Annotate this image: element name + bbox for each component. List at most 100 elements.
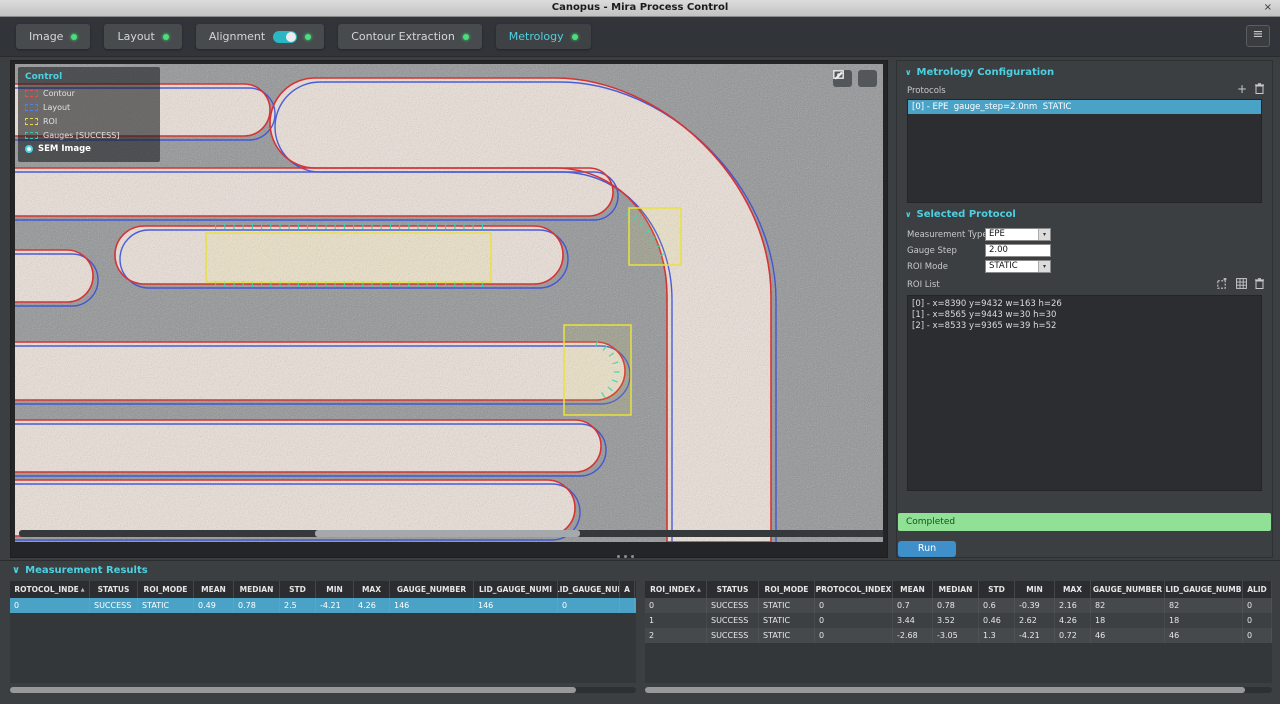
table-row[interactable]: 2SUCCESSSTATIC0-2.68-3.051.3-4.210.72464… — [645, 628, 1272, 643]
metrology-config-panel: ∨ Metrology Configuration Protocols + [0… — [896, 60, 1273, 558]
grid-select-icon[interactable] — [1236, 278, 1247, 289]
table-cell: 1 — [645, 613, 707, 628]
column-header[interactable]: A — [620, 581, 635, 598]
column-header[interactable]: MEDIAN — [234, 581, 280, 598]
protocol-list: [0] - EPE gauge_step=2.0nm STATIC — [907, 99, 1262, 203]
table-row[interactable]: 0SUCCESSSTATIC0.490.782.5-4.214.26146146… — [10, 598, 636, 613]
section-measurement-results[interactable]: ∨ Measurement Results — [12, 565, 148, 576]
column-header[interactable]: ALID — [1243, 581, 1272, 598]
gauge-step-input[interactable]: 2.00 — [985, 244, 1051, 257]
status-dot-green-icon — [163, 34, 169, 40]
sem-stage[interactable]: Control Contour Layout ROI Gauges [SUCCE… — [15, 64, 883, 542]
table-cell: 146 — [390, 598, 474, 613]
measurement-type-select[interactable]: EPE ▾ — [985, 228, 1051, 241]
add-protocol-icon[interactable]: + — [1237, 84, 1247, 94]
table-cell: 0.7 — [893, 598, 933, 613]
scrollbar-thumb[interactable] — [10, 687, 576, 693]
viewer-hscrollbar-thumb[interactable] — [315, 530, 580, 537]
table-cell: 3.52 — [933, 613, 979, 628]
column-header[interactable]: MIN — [1015, 581, 1055, 598]
column-header[interactable]: LID_GAUGE_NUMI — [474, 581, 558, 598]
column-header[interactable]: MEAN — [194, 581, 234, 598]
status-bar: Completed — [898, 513, 1271, 531]
table-cell: SUCCESS — [90, 598, 138, 613]
tab-contour-extraction[interactable]: Contour Extraction — [338, 24, 482, 49]
chevron-down-icon[interactable]: ▾ — [1038, 261, 1050, 272]
tab-label: Contour Extraction — [351, 30, 455, 43]
legend-label: Gauges [SUCCESS] — [43, 131, 119, 140]
roi-rect-1[interactable] — [629, 208, 681, 265]
hamburger-menu-icon[interactable]: ≡ — [1246, 25, 1270, 47]
table-cell: SUCCESS — [707, 628, 759, 643]
tab-image[interactable]: Image — [16, 24, 90, 49]
left-table-hscrollbar[interactable] — [10, 687, 636, 693]
table-cell: 82 — [1165, 598, 1243, 613]
table-cell: 0 — [1243, 628, 1272, 643]
protocol-list-item[interactable]: [0] - EPE gauge_step=2.0nm STATIC — [908, 100, 1261, 114]
column-header[interactable]: LID_GAUGE_NUMB — [1165, 581, 1243, 598]
table-header-row: ROI_INDEX▲STATUSROI_MODEPROTOCOL_INDEXME… — [645, 581, 1272, 598]
status-text: Completed — [906, 517, 955, 527]
right-table-hscrollbar[interactable] — [645, 687, 1272, 693]
column-header[interactable]: MEAN — [893, 581, 933, 598]
contour-swatch-icon — [25, 90, 38, 97]
section-selected-protocol[interactable]: ∨ Selected Protocol — [905, 209, 1016, 220]
measurement-type-label: Measurement Type — [907, 230, 988, 240]
run-button[interactable]: Run — [898, 541, 956, 557]
image-viewer-panel: Control Contour Layout ROI Gauges [SUCCE… — [10, 60, 888, 558]
table-cell: 18 — [1091, 613, 1165, 628]
chevron-down-icon[interactable]: ▾ — [1038, 229, 1050, 240]
alignment-toggle[interactable] — [273, 31, 297, 43]
tab-layout[interactable]: Layout — [104, 24, 181, 49]
column-header[interactable]: ILID_GAUGE_NUM — [558, 581, 620, 598]
roi-list-label: ROI List — [907, 280, 940, 290]
column-header[interactable]: ROI_MODE — [138, 581, 194, 598]
table-row[interactable]: 0SUCCESSSTATIC00.70.780.6-0.392.1682820 — [645, 598, 1272, 613]
column-header[interactable]: GAUGE_NUMBER — [1091, 581, 1165, 598]
delete-protocol-icon[interactable] — [1255, 83, 1264, 94]
roi-rect-0[interactable] — [206, 233, 491, 282]
column-header[interactable]: ROTOCOL_INDE▲ — [10, 581, 90, 598]
status-dot-green-icon — [572, 34, 578, 40]
roi-rect-2[interactable] — [564, 325, 631, 415]
roi-list-item[interactable]: [2] - x=8533 y=9365 w=39 h=52 — [912, 321, 1257, 332]
column-header[interactable]: MEDIAN — [933, 581, 979, 598]
tab-metrology[interactable]: Metrology — [496, 24, 591, 49]
collapse-caret-icon: ∨ — [905, 210, 912, 219]
roi-mode-select[interactable]: STATIC ▾ — [985, 260, 1051, 273]
viewer-hscrollbar[interactable] — [19, 530, 883, 537]
column-header[interactable]: STATUS — [90, 581, 138, 598]
column-header[interactable]: MIN — [316, 581, 354, 598]
roi-results-table: ROI_INDEX▲STATUSROI_MODEPROTOCOL_INDEXME… — [645, 581, 1272, 683]
pencil-icon[interactable] — [858, 70, 877, 87]
legend-item-sem-image[interactable]: SEM Image — [25, 142, 153, 156]
column-header[interactable]: ROI_INDEX▲ — [645, 581, 707, 598]
legend-item-roi[interactable]: ROI — [25, 114, 153, 128]
column-header[interactable]: GAUGE_NUMBER — [390, 581, 474, 598]
legend-item-layout[interactable]: Layout — [25, 100, 153, 114]
column-header[interactable]: STD — [979, 581, 1015, 598]
roi-list-item[interactable]: [0] - x=8390 y=9432 w=163 h=26 — [912, 299, 1257, 310]
tab-alignment[interactable]: Alignment — [196, 24, 324, 49]
splitter-handle[interactable] — [610, 555, 640, 559]
legend-label: Contour — [43, 89, 75, 98]
roi-list-item[interactable]: [1] - x=8565 y=9443 w=30 h=30 — [912, 310, 1257, 321]
table-cell: 2.16 — [1055, 598, 1091, 613]
delete-roi-icon[interactable] — [1255, 278, 1264, 289]
add-roi-icon[interactable] — [1217, 278, 1228, 289]
column-header[interactable]: STATUS — [707, 581, 759, 598]
close-icon[interactable]: × — [1264, 0, 1272, 16]
legend-item-gauges[interactable]: Gauges [SUCCESS] — [25, 128, 153, 142]
table-cell: 0 — [815, 613, 893, 628]
toggle-knob — [286, 32, 296, 42]
table-row[interactable]: 1SUCCESSSTATIC03.443.520.462.624.2618180 — [645, 613, 1272, 628]
column-header[interactable]: PROTOCOL_INDEX — [815, 581, 893, 598]
column-header[interactable]: STD — [280, 581, 316, 598]
column-header[interactable]: MAX — [354, 581, 390, 598]
section-metrology-configuration[interactable]: ∨ Metrology Configuration — [905, 67, 1054, 78]
column-header[interactable]: MAX — [1055, 581, 1091, 598]
column-header[interactable]: ROI_MODE — [759, 581, 815, 598]
gauges-swatch-icon — [25, 132, 38, 139]
legend-item-contour[interactable]: Contour — [25, 86, 153, 100]
scrollbar-thumb[interactable] — [645, 687, 1245, 693]
